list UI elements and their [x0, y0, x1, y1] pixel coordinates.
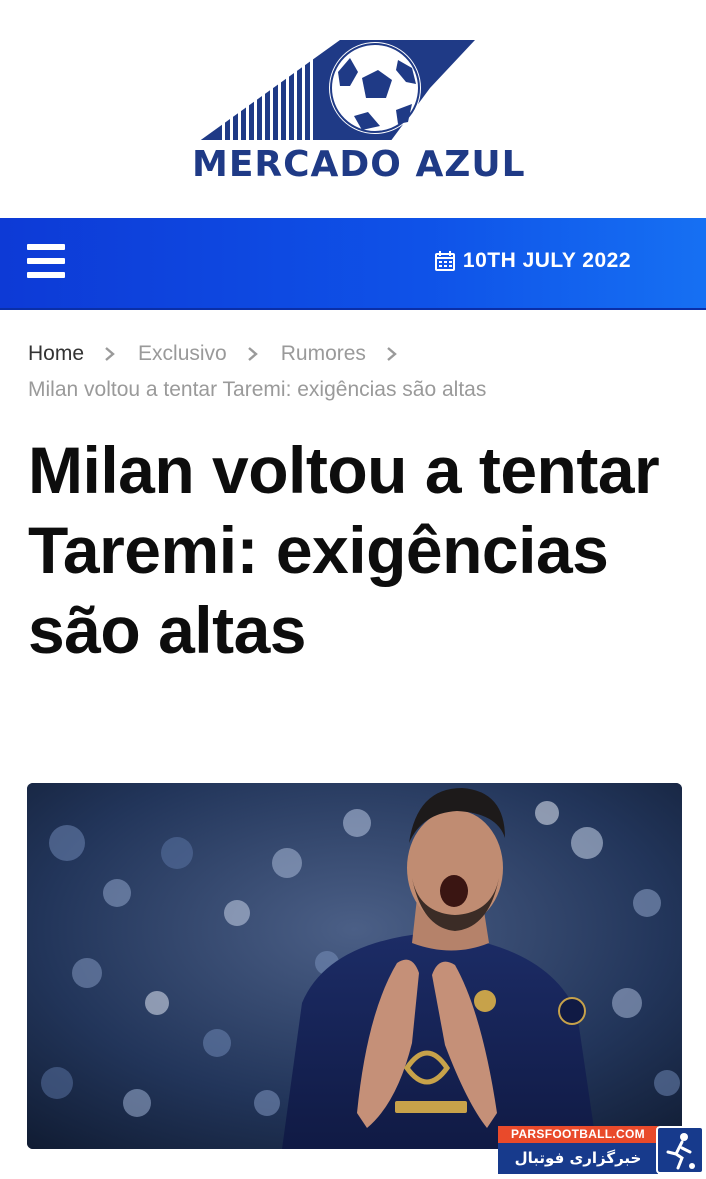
menu-line	[27, 272, 65, 278]
watermark-caption: خبرگزاری فوتبال ایران	[498, 1143, 658, 1174]
breadcrumb-current-page: Milan voltou a tentar Taremi: exigências…	[28, 378, 487, 401]
menu-line	[27, 244, 65, 250]
site-logo-icon[interactable]	[190, 30, 480, 140]
chevron-right-icon	[387, 347, 397, 361]
breadcrumb-home-link[interactable]: Home	[28, 336, 84, 372]
chevron-right-icon	[105, 347, 115, 361]
site-header: MERCADO AZUL	[0, 0, 706, 218]
breadcrumb-rumores-link[interactable]: Rumores	[281, 336, 366, 372]
hamburger-menu-icon[interactable]	[27, 244, 67, 280]
parsfootball-watermark: PARSFOOTBALL.COM خبرگزاری فوتبال ایران	[498, 1126, 705, 1176]
menu-line	[27, 258, 65, 264]
site-logo-text[interactable]: MERCADO AZUL	[192, 144, 525, 185]
date-display: 10TH JULY 2022	[434, 248, 631, 274]
calendar-icon	[434, 251, 455, 271]
article-title: Milan voltou a tentar Taremi: exigências…	[28, 433, 660, 667]
breadcrumb: Home Exclusivo Rumores Milan voltou a tent…	[28, 336, 678, 408]
date-text: 10TH JULY 2022	[462, 249, 631, 272]
watermark-site: PARSFOOTBALL.COM	[498, 1126, 658, 1143]
breadcrumb-exclusivo-link[interactable]: Exclusivo	[138, 336, 227, 372]
article-hero-image[interactable]	[27, 783, 682, 1149]
watermark-player-icon	[656, 1126, 704, 1174]
chevron-right-icon	[247, 347, 258, 361]
